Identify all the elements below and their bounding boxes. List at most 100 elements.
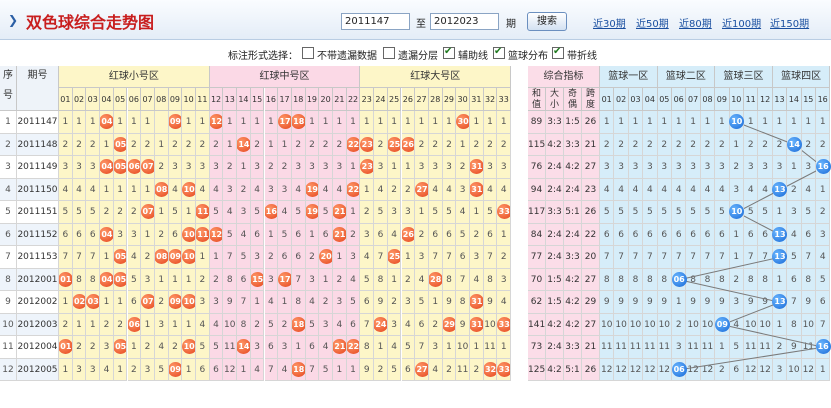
red-cell: 1 bbox=[346, 201, 361, 224]
red-cell: 1 bbox=[113, 358, 128, 381]
red-cell: 10 bbox=[182, 178, 196, 201]
red-cell: 8 bbox=[360, 336, 375, 359]
red-cell: 31 bbox=[470, 313, 484, 336]
red-cell: 1 bbox=[442, 336, 457, 359]
header-metric: 和值 bbox=[528, 88, 546, 111]
blue-cell: 9 bbox=[801, 291, 816, 314]
search-button[interactable]: 搜索 bbox=[527, 12, 567, 31]
checkbox-no-omission[interactable] bbox=[302, 47, 314, 59]
red-cell: 2 bbox=[456, 156, 470, 179]
red-cell: 07 bbox=[141, 156, 155, 179]
checkbox-polyline[interactable] bbox=[552, 46, 564, 59]
red-cell: 2 bbox=[333, 268, 347, 291]
blue-cell: 9 bbox=[614, 291, 629, 314]
end-period-input[interactable]: 2012023 bbox=[430, 13, 499, 30]
red-cell: 1 bbox=[305, 111, 320, 134]
red-cell: 8 bbox=[291, 291, 306, 314]
header-blue-number: 02 bbox=[614, 88, 629, 111]
blue-cell: 8 bbox=[744, 268, 759, 291]
red-ball: 05 bbox=[113, 136, 127, 152]
red-cell: 06 bbox=[127, 313, 142, 336]
red-cell: 3 bbox=[428, 156, 443, 179]
start-period-input[interactable]: 2011147 bbox=[341, 13, 410, 30]
checkbox-omission-layer[interactable] bbox=[383, 47, 395, 59]
red-cell: 4 bbox=[401, 313, 416, 336]
header-red-number: 13 bbox=[223, 88, 238, 111]
red-cell: 2 bbox=[278, 156, 292, 179]
red-cell: 2 bbox=[72, 336, 87, 359]
red-cell: 18 bbox=[291, 111, 306, 134]
header-blue-number: 11 bbox=[744, 88, 759, 111]
blue-cell: 1 bbox=[772, 268, 788, 291]
row-period: 2012004 bbox=[17, 336, 59, 359]
red-cell: 2 bbox=[264, 156, 279, 179]
header-red-number: 33 bbox=[497, 88, 512, 111]
red-ball: 09 bbox=[168, 114, 182, 129]
red-ball: 08 bbox=[154, 181, 168, 197]
blue-cell: 4 bbox=[672, 178, 687, 201]
blue-cell: 1 bbox=[643, 111, 658, 134]
blue-cell: 4 bbox=[628, 178, 644, 201]
blue-cell: 2 bbox=[600, 133, 615, 156]
metric-sum: 125 bbox=[528, 358, 546, 381]
blue-cell: 7 bbox=[715, 246, 730, 269]
red-cell: 4 bbox=[387, 223, 402, 246]
red-cell: 8 bbox=[483, 268, 498, 291]
red-cell: 2 bbox=[250, 133, 265, 156]
blue-cell: 09 bbox=[714, 313, 730, 336]
blue-cell: 7 bbox=[600, 246, 615, 269]
red-ball: 31 bbox=[470, 294, 483, 309]
link-last-80[interactable]: 近80期 bbox=[679, 15, 712, 30]
red-cell: 26 bbox=[401, 133, 416, 156]
red-cell: 05 bbox=[113, 133, 128, 156]
red-cell: 9 bbox=[442, 291, 457, 314]
red-cell: 1 bbox=[154, 201, 169, 224]
checkbox-blue-dist[interactable] bbox=[493, 46, 505, 59]
red-cell: 1 bbox=[278, 133, 292, 156]
header-bar: ❯ 双色球综合走势图 2011147 至 2012023 期 搜索 近30期 近… bbox=[0, 0, 831, 40]
red-cell: 12 bbox=[209, 111, 224, 134]
red-cell: 3 bbox=[168, 156, 183, 179]
red-cell: 8 bbox=[374, 268, 388, 291]
red-cell: 2 bbox=[305, 133, 320, 156]
red-ball: 32 bbox=[483, 361, 497, 377]
checkbox-guide-lines[interactable] bbox=[443, 46, 455, 59]
metric-bs: 4:2 bbox=[546, 313, 564, 336]
row-index: 7 bbox=[0, 246, 17, 269]
blue-cell: 8 bbox=[787, 313, 802, 336]
red-ball: 31 bbox=[470, 316, 483, 332]
link-last-50[interactable]: 近50期 bbox=[636, 15, 669, 30]
red-cell: 30 bbox=[456, 111, 470, 134]
red-cell: 4 bbox=[497, 178, 512, 201]
red-cell: 21 bbox=[333, 201, 347, 224]
red-cell: 2 bbox=[428, 313, 443, 336]
red-cell: 6 bbox=[168, 223, 183, 246]
red-cell: 2 bbox=[127, 358, 142, 381]
red-ball: 15 bbox=[250, 271, 264, 287]
blue-cell: 3 bbox=[600, 156, 615, 179]
row-index: 12 bbox=[0, 358, 17, 381]
metric-sum: 70 bbox=[528, 268, 546, 291]
red-cell: 18 bbox=[291, 358, 306, 381]
header-blue-group: 篮球四区 bbox=[772, 66, 831, 88]
blue-cell: 2 bbox=[787, 178, 802, 201]
red-cell: 2 bbox=[374, 133, 388, 156]
red-ball: 07 bbox=[141, 294, 154, 309]
red-cell: 1 bbox=[182, 268, 196, 291]
red-cell: 3 bbox=[209, 291, 224, 314]
blue-cell: 6 bbox=[672, 223, 687, 246]
red-cell: 1 bbox=[428, 291, 443, 314]
red-cell bbox=[154, 111, 169, 134]
metric-oe: 1:5 bbox=[564, 111, 582, 134]
blue-cell: 3 bbox=[816, 223, 831, 246]
header-blue-number: 08 bbox=[700, 88, 716, 111]
link-last-150[interactable]: 近150期 bbox=[770, 15, 809, 30]
red-cell: 5 bbox=[346, 291, 361, 314]
red-ball: 05 bbox=[113, 339, 127, 354]
blue-cell: 3 bbox=[614, 156, 629, 179]
blue-cell: 9 bbox=[700, 291, 716, 314]
red-ball: 22 bbox=[346, 339, 360, 354]
blue-cell: 1 bbox=[744, 111, 759, 134]
link-last-30[interactable]: 近30期 bbox=[593, 15, 626, 30]
link-last-100[interactable]: 近100期 bbox=[722, 15, 761, 30]
